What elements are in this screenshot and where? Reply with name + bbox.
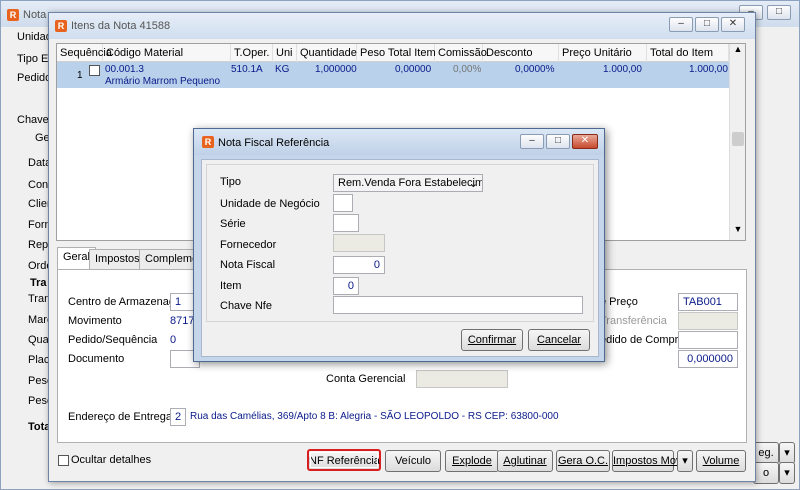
items-titlebar: R Itens da Nota 41588 – □ ✕: [49, 13, 755, 39]
dialog-title: Nota Fiscal Referência: [218, 137, 330, 149]
col-desconto[interactable]: Desconto: [483, 44, 559, 62]
endereco-num-field[interactable]: 2: [170, 408, 186, 426]
col-quantidade[interactable]: Quantidade: [297, 44, 357, 62]
bg-right-dropdown-1[interactable]: ▾: [779, 442, 795, 464]
pedido-value: 0: [170, 334, 177, 346]
main-maximize-button[interactable]: □: [767, 5, 791, 20]
row-checkbox[interactable]: [89, 65, 100, 76]
bg-right-button-1[interactable]: eg.: [753, 442, 779, 464]
bg-label-transp: Tra: [30, 277, 47, 289]
ocultar-label: Ocultar detalhes: [71, 454, 152, 466]
grid-header: Sequência Código Material T.Oper. Uni Qu…: [57, 44, 729, 62]
label-transferencia: Transferência: [600, 315, 667, 327]
label-documento: Documento: [68, 353, 125, 365]
conta-field[interactable]: [416, 370, 508, 388]
items-maximize-button[interactable]: □: [695, 17, 719, 32]
label-nota-fiscal: Nota Fiscal: [220, 259, 276, 271]
preco-field[interactable]: TAB001: [678, 293, 738, 311]
col-sequencia[interactable]: Sequência: [57, 44, 112, 62]
transferencia-field[interactable]: [678, 312, 738, 330]
label-pedido: Pedido/Sequência: [68, 334, 158, 346]
col-codigo[interactable]: Código Material: [103, 44, 231, 62]
label-chave-nfe: Chave Nfe: [220, 300, 272, 312]
row-peso: 0,00000: [395, 64, 432, 75]
row-seq: 1: [77, 70, 83, 81]
endereco-value: Rua das Camélias, 369/Apto 8 B: Alegria …: [190, 411, 559, 422]
col-total[interactable]: Total do Item: [647, 44, 729, 62]
veiculo-button[interactable]: Veículo: [385, 450, 441, 472]
col-comissao[interactable]: Comissão: [435, 44, 487, 62]
chave-nfe-field[interactable]: [333, 296, 583, 314]
label-fornecedor: Fornecedor: [220, 239, 277, 251]
grid-scrollbar[interactable]: ▲ ▼: [729, 44, 745, 240]
row-preco: 1.000,00: [603, 64, 642, 75]
label-unidade: Unidade de Negócio: [220, 198, 320, 210]
dialog-minimize-button[interactable]: –: [520, 134, 544, 149]
impostos-movto-button[interactable]: Impostos Movto: [612, 450, 691, 472]
more-dropdown-button[interactable]: ▾: [677, 450, 693, 472]
confirmar-button[interactable]: Confirmar: [461, 329, 523, 351]
chevron-down-icon: ⌄: [468, 178, 478, 190]
label-endereco: Endereço de Entrega: [68, 411, 172, 423]
row-qty: 1,000000: [315, 64, 357, 75]
scroll-down-icon[interactable]: ▼: [730, 224, 746, 240]
unidade-field[interactable]: [333, 194, 353, 212]
row-desc: Armário Marrom Pequeno: [105, 76, 221, 87]
chevron-down-icon: ▾: [682, 455, 688, 467]
items-logo-icon: R: [55, 20, 67, 32]
nota-fiscal-field[interactable]: 0: [333, 256, 385, 274]
item-field[interactable]: 0: [333, 277, 359, 295]
col-toper[interactable]: T.Oper.: [231, 44, 273, 62]
volume-button[interactable]: Volume: [696, 450, 746, 472]
bg-label-tran: Tran: [28, 293, 51, 305]
label-item: Item: [220, 280, 242, 292]
table-row[interactable]: 1 00.001.3 Armário Marrom Pequeno 510.1A…: [57, 62, 729, 88]
row-toper: 510.1A: [231, 64, 263, 75]
label-tipo: Tipo: [220, 176, 241, 188]
main-window-title: Nota: [23, 9, 47, 21]
bg-right-button-2[interactable]: o: [753, 462, 779, 484]
row-comissao: 0,00%: [453, 64, 482, 75]
nf-referencia-dialog: R Nota Fiscal Referência – □ ✕ Tipo Rem.…: [193, 128, 605, 362]
gera-oc-button[interactable]: Gera O.C.: [556, 450, 610, 472]
tab-impostos[interactable]: Impostos: [89, 249, 146, 269]
bg-right-dropdown-2[interactable]: ▾: [779, 462, 795, 484]
col-preco[interactable]: Preço Unitário: [559, 44, 647, 62]
fornecedor-field[interactable]: [333, 234, 385, 252]
scroll-up-icon[interactable]: ▲: [730, 44, 746, 60]
dialog-titlebar: R Nota Fiscal Referência – □ ✕: [194, 129, 604, 155]
row-code: 00.001.3: [105, 64, 144, 75]
label-movimento: Movimento: [68, 315, 122, 327]
bg-label-chave: Chave: [17, 114, 49, 126]
bg-label-pedido: Pedido: [17, 72, 52, 84]
valor-field[interactable]: 0,000000: [678, 350, 738, 368]
label-serie: Série: [220, 218, 246, 230]
label-conta: Conta Gerencial: [326, 373, 406, 385]
scroll-thumb[interactable]: [732, 132, 744, 146]
row-uni: KG: [275, 64, 290, 75]
dialog-close-button[interactable]: ✕: [572, 134, 598, 149]
pedido-compra-field[interactable]: [678, 331, 738, 349]
dialog-body: Tipo Rem.Venda Fora Estabelecimento ⌄ Un…: [201, 159, 599, 357]
col-peso[interactable]: Peso Total Item: [357, 44, 436, 62]
items-close-button[interactable]: ✕: [721, 17, 745, 32]
aglutinar-button[interactable]: Aglutinar: [497, 450, 553, 472]
label-pedido-compra: edido de Compra: [600, 334, 685, 346]
col-uni[interactable]: Uni: [273, 44, 297, 62]
tipo-select[interactable]: Rem.Venda Fora Estabelecimento ⌄: [333, 174, 483, 192]
row-desconto: 0,0000%: [515, 64, 555, 75]
nf-referencia-button[interactable]: NF Referência: [307, 449, 381, 471]
dialog-logo-icon: R: [202, 136, 214, 148]
dialog-maximize-button[interactable]: □: [546, 134, 570, 149]
row-total: 1.000,00: [689, 64, 728, 75]
items-minimize-button[interactable]: –: [669, 17, 693, 32]
app-logo-icon: R: [7, 9, 19, 21]
explode-button[interactable]: Explode: [445, 450, 499, 472]
cancelar-button[interactable]: Cancelar: [528, 329, 590, 351]
label-preco: e Preço: [600, 296, 638, 308]
ocultar-checkbox[interactable]: [58, 455, 69, 466]
items-window-title: Itens da Nota 41588: [71, 20, 171, 32]
serie-field[interactable]: [333, 214, 359, 232]
